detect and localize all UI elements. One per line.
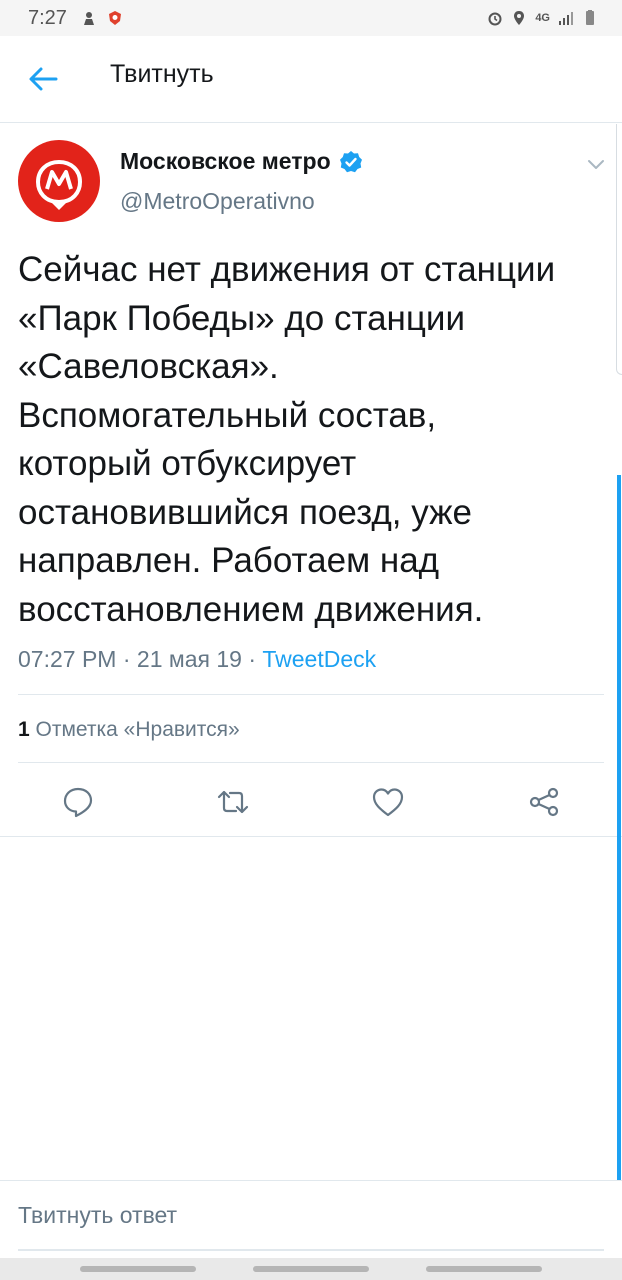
- scrollbar[interactable]: [617, 475, 621, 1180]
- system-nav-bar: [0, 1258, 622, 1280]
- likes-number: 1: [18, 718, 30, 741]
- verified-badge-icon: [339, 150, 362, 172]
- retweet-icon[interactable]: [215, 784, 251, 820]
- author-name[interactable]: Московское метро: [120, 148, 331, 175]
- likes-label: Отметка «Нравится»: [35, 718, 240, 741]
- page-title: Твитнуть: [110, 60, 214, 88]
- tweet-actions: [0, 782, 622, 832]
- nav-home-button[interactable]: [253, 1266, 369, 1272]
- meta-separator: ·: [122, 646, 131, 672]
- avatar[interactable]: [18, 140, 100, 222]
- tweet-meta: 07:27 PM · 21 мая 19 · TweetDeck: [18, 646, 376, 673]
- nav-recents-button[interactable]: [426, 1266, 542, 1272]
- shield-icon: [108, 11, 121, 25]
- like-icon[interactable]: [370, 784, 406, 820]
- scroll-track: [616, 124, 622, 375]
- reply-input[interactable]: [18, 1195, 604, 1235]
- nav-back-button[interactable]: [80, 1266, 196, 1272]
- author-handle[interactable]: @MetroOperativno: [120, 188, 315, 215]
- tweet-text: Сейчас нет движения от станции «Парк Поб…: [18, 250, 556, 629]
- likes-count[interactable]: 1 Отметка «Нравится»: [18, 718, 240, 742]
- battery-icon: [586, 10, 594, 25]
- tweet-date: 21 мая 19: [136, 646, 242, 672]
- chevron-down-icon[interactable]: [584, 152, 608, 176]
- meta-separator: ·: [248, 646, 256, 672]
- signal-icon: [559, 12, 573, 25]
- metro-logo-icon: [35, 159, 83, 210]
- status-time: 7:27: [28, 6, 67, 29]
- person-icon: [83, 12, 94, 25]
- alarm-icon: [488, 12, 502, 26]
- reply-icon[interactable]: [60, 784, 96, 820]
- status-bar: 7:27 4G: [0, 0, 622, 36]
- app-header: Твитнуть: [0, 36, 622, 123]
- tweet-source-link[interactable]: TweetDeck: [262, 646, 376, 672]
- share-icon[interactable]: [526, 784, 562, 820]
- section-divider: [0, 836, 622, 837]
- divider: [18, 762, 604, 763]
- divider: [18, 694, 604, 695]
- tweet-time: 07:27 PM: [18, 646, 117, 672]
- back-arrow-icon[interactable]: [26, 62, 60, 96]
- network-type: 4G: [535, 12, 550, 24]
- reply-underline: [18, 1249, 604, 1251]
- reply-bar: [0, 1180, 622, 1251]
- location-icon: [514, 11, 525, 25]
